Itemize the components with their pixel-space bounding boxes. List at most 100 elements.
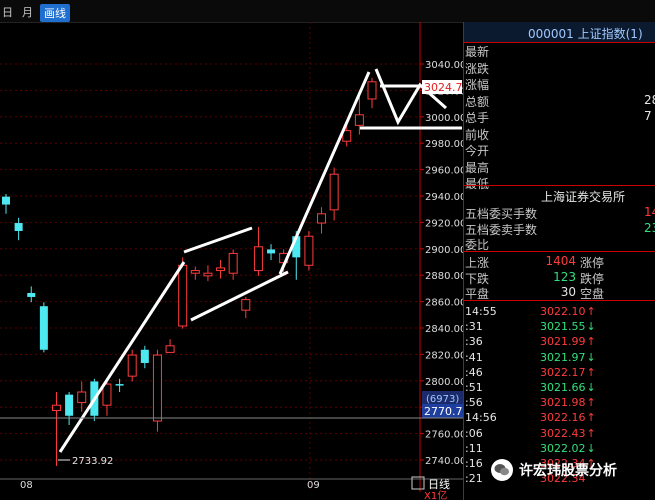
tick-price: 3022.16↑ bbox=[540, 411, 596, 425]
order-label: 五档委卖手数 bbox=[465, 222, 538, 237]
y-tick-label: 2880.00 bbox=[425, 271, 463, 282]
tick-time: :21 bbox=[465, 472, 483, 486]
y-tick-label: 2760.00 bbox=[425, 430, 463, 441]
arrow-down-icon: ↓ bbox=[586, 320, 596, 334]
quote-label: 最低 bbox=[465, 177, 490, 191]
arrow-up-icon: ↑ bbox=[586, 335, 596, 349]
tick-time: :46 bbox=[465, 365, 483, 379]
candle bbox=[65, 392, 74, 425]
quote-value: 28 bbox=[644, 92, 655, 107]
tick-price: 3022.02↓ bbox=[540, 441, 596, 455]
breadth-label: 下跌 bbox=[465, 271, 490, 286]
tick-time: :36 bbox=[465, 335, 483, 349]
quote-label: 今开 bbox=[465, 144, 490, 158]
candle bbox=[253, 227, 263, 276]
y-tick-label: 3000.00 bbox=[425, 113, 463, 124]
y-tick-label: 2800.00 bbox=[425, 377, 463, 388]
candle bbox=[152, 349, 162, 432]
order-value: 23 bbox=[644, 220, 655, 235]
quote-value: 7 bbox=[644, 109, 652, 123]
current-price-box: 3024.74 bbox=[424, 81, 463, 94]
breadth-label-2: 涨停 bbox=[580, 256, 605, 270]
candle bbox=[329, 167, 339, 221]
quote-label: 总手 bbox=[465, 111, 490, 125]
volume-label: (6973) bbox=[426, 394, 459, 405]
trendline-up-2 bbox=[278, 71, 371, 275]
candle bbox=[203, 265, 213, 282]
tick-time: 14:55 bbox=[465, 305, 497, 318]
tick-time: :41 bbox=[465, 350, 483, 364]
tick-price: 3021.55↓ bbox=[540, 320, 596, 334]
breadth-value: 30 bbox=[560, 285, 576, 299]
tick-time: :51 bbox=[465, 381, 483, 394]
breadth-label: 上涨 bbox=[465, 256, 490, 270]
breadth-value: 1404 bbox=[545, 254, 576, 268]
period-day-button[interactable]: 日 bbox=[2, 4, 13, 20]
tick-price: 3022.43↑ bbox=[540, 426, 596, 440]
candle bbox=[367, 77, 377, 109]
candle bbox=[216, 260, 226, 279]
candlestick-chart[interactable]: 3040.003020.003000.002980.002960.002940.… bbox=[0, 22, 463, 500]
order-label: 五档委买手数 bbox=[465, 207, 538, 221]
y-tick-label: 2960.00 bbox=[425, 166, 463, 177]
y-tick-label: 2840.00 bbox=[425, 324, 463, 335]
y-tick-label: 2740.00 bbox=[425, 456, 463, 467]
candle bbox=[267, 244, 276, 260]
quote-label: 总额 bbox=[465, 94, 490, 109]
trendline-up-1 bbox=[58, 261, 186, 453]
tick-time: 14:56 bbox=[465, 411, 497, 425]
y-tick-label: 2860.00 bbox=[425, 298, 463, 309]
x-tick-09: 09 bbox=[307, 480, 320, 491]
watermark: 许宏玮股票分析 bbox=[491, 456, 655, 484]
quote-label: 最新 bbox=[465, 45, 490, 59]
y-tick-label: 2900.00 bbox=[425, 245, 463, 256]
candle bbox=[2, 194, 10, 214]
tick-price: 3021.99↑ bbox=[540, 335, 596, 349]
tick-price: 3021.97↓ bbox=[540, 350, 596, 364]
tick-price: 3021.98↑ bbox=[540, 396, 596, 410]
period-month-button[interactable]: 月 bbox=[22, 4, 33, 20]
quote-label: 涨幅 bbox=[465, 78, 490, 92]
bottom-tab-daily: 日线 bbox=[428, 477, 450, 491]
candle bbox=[140, 345, 149, 369]
draw-line-button[interactable]: 画线 bbox=[40, 4, 70, 22]
tick-price: 3022.10↑ bbox=[540, 305, 596, 318]
trendline-channel-bottom bbox=[190, 270, 289, 322]
watermark-text: 许宏玮股票分析 bbox=[519, 463, 617, 479]
exchange-name: 上海证券交易所 bbox=[541, 190, 626, 204]
candle bbox=[317, 207, 327, 234]
quote-header: 000001 上证指数(1) bbox=[464, 22, 655, 43]
quote-panel: 000001 上证指数(1) 最新涨跌涨幅总额 28 总手 7 前收今开最高最低 上海证… bbox=[463, 22, 655, 500]
breadth-value: 123 bbox=[553, 269, 576, 284]
tick-time: :06 bbox=[465, 426, 483, 440]
tick-time: :56 bbox=[465, 396, 483, 410]
y-tick-label: 2940.00 bbox=[425, 192, 463, 203]
chart-toolbar: 日 月 画线 bbox=[0, 0, 655, 23]
quote-label: 涨跌 bbox=[465, 61, 490, 76]
arrow-down-icon: ↓ bbox=[586, 441, 596, 455]
arrow-up-icon: ↑ bbox=[586, 426, 596, 440]
tick-time: :11 bbox=[465, 441, 483, 455]
candle bbox=[165, 339, 175, 353]
candle bbox=[241, 296, 251, 319]
breadth-label-2: 跌停 bbox=[580, 271, 605, 286]
candle bbox=[77, 381, 87, 412]
arrow-up-icon: ↑ bbox=[586, 411, 596, 425]
candle bbox=[51, 392, 61, 466]
y-tick-label: 3040.00 bbox=[425, 60, 463, 71]
order-value: 14 bbox=[644, 205, 655, 219]
tick-price: 3021.66↓ bbox=[540, 381, 596, 394]
volume-unit-label: X1亿 bbox=[424, 489, 447, 500]
arrow-down-icon: ↓ bbox=[586, 381, 596, 394]
y-tick-label: 2980.00 bbox=[425, 139, 463, 150]
tick-price: 3022.17↑ bbox=[540, 365, 596, 379]
arrow-up-icon: ↑ bbox=[586, 365, 596, 379]
low-price-label: 2733.92 bbox=[72, 456, 113, 467]
tick-time: :16 bbox=[465, 457, 483, 470]
wechat-icon bbox=[491, 459, 513, 481]
chart-candles bbox=[2, 77, 377, 466]
tick-time: :31 bbox=[465, 320, 483, 334]
candle bbox=[27, 286, 36, 303]
y-tick-label: 2820.00 bbox=[425, 350, 463, 361]
candle bbox=[190, 266, 200, 280]
